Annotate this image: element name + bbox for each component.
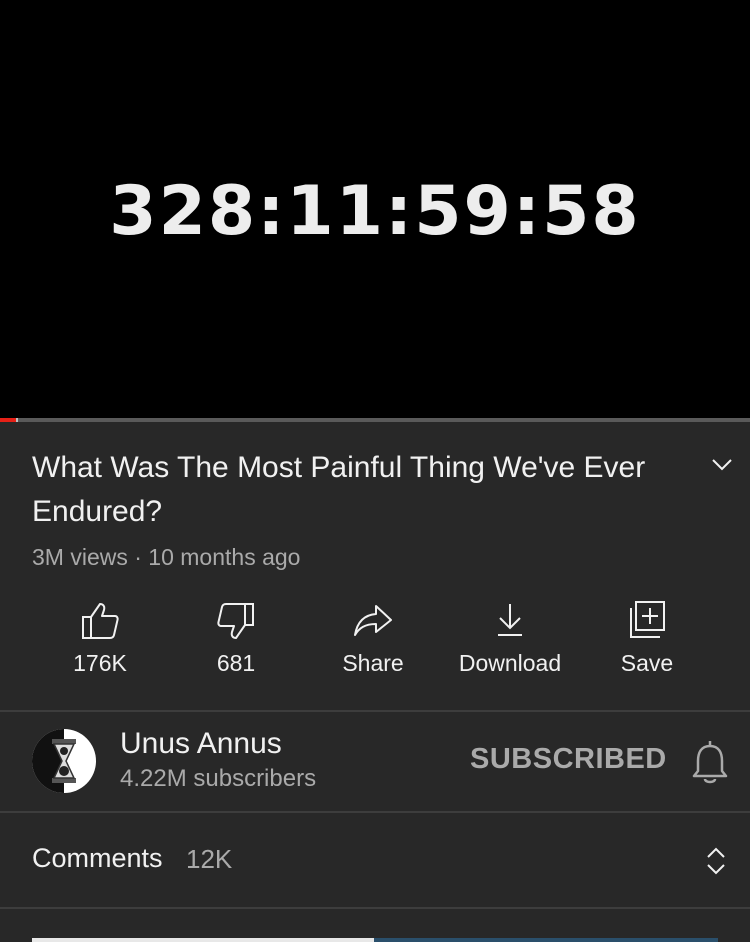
comments-count: 12K bbox=[186, 844, 233, 874]
comments-section[interactable]: Comments 12K bbox=[0, 813, 750, 908]
like-count: 176K bbox=[73, 650, 127, 676]
subscriber-count: 4.22M subscribers bbox=[120, 765, 317, 792]
thumbs-down-icon bbox=[217, 603, 254, 639]
video-meta: 3M views · 10 months ago bbox=[32, 544, 301, 570]
save-button[interactable]: Save bbox=[577, 600, 717, 677]
video-player[interactable]: 328:11:59:58 bbox=[0, 0, 750, 418]
dislike-button[interactable]: 681 bbox=[166, 600, 306, 677]
progress-played bbox=[0, 418, 16, 422]
channel-row[interactable]: Unus Annus 4.22M subscribers SUBSCRIBED bbox=[0, 713, 750, 811]
add-to-playlist-icon bbox=[630, 601, 665, 638]
next-item-thumbnail-edge bbox=[374, 938, 718, 942]
action-bar: 176K 681 Share Download Save bbox=[0, 600, 750, 690]
video-title[interactable]: What Was The Most Painful Thing We've Ev… bbox=[32, 446, 692, 534]
channel-avatar[interactable] bbox=[32, 729, 96, 793]
thumbs-up-icon bbox=[82, 603, 119, 639]
comments-label: Comments bbox=[32, 843, 163, 873]
share-icon bbox=[354, 605, 392, 636]
next-item-thumbnail-edge bbox=[32, 938, 374, 942]
bell-icon[interactable] bbox=[690, 739, 730, 785]
download-icon bbox=[498, 604, 522, 636]
divider bbox=[0, 907, 750, 909]
chevron-down-icon[interactable] bbox=[708, 452, 736, 476]
expand-collapse-icon[interactable] bbox=[702, 843, 730, 879]
channel-name[interactable]: Unus Annus bbox=[120, 727, 282, 761]
download-button[interactable]: Download bbox=[440, 600, 580, 677]
progress-buffer bbox=[15, 418, 18, 422]
progress-bar[interactable] bbox=[0, 418, 750, 422]
divider bbox=[0, 710, 750, 712]
like-button[interactable]: 176K bbox=[30, 600, 170, 677]
dislike-count: 681 bbox=[216, 650, 256, 676]
save-label: Save bbox=[620, 650, 674, 676]
download-label: Download bbox=[458, 650, 562, 676]
share-label: Share bbox=[342, 650, 404, 676]
hourglass-logo-icon bbox=[32, 729, 76, 793]
subscribed-button[interactable]: SUBSCRIBED bbox=[470, 743, 667, 776]
countdown-timer: 328:11:59:58 bbox=[109, 172, 641, 251]
share-button[interactable]: Share bbox=[303, 600, 443, 677]
